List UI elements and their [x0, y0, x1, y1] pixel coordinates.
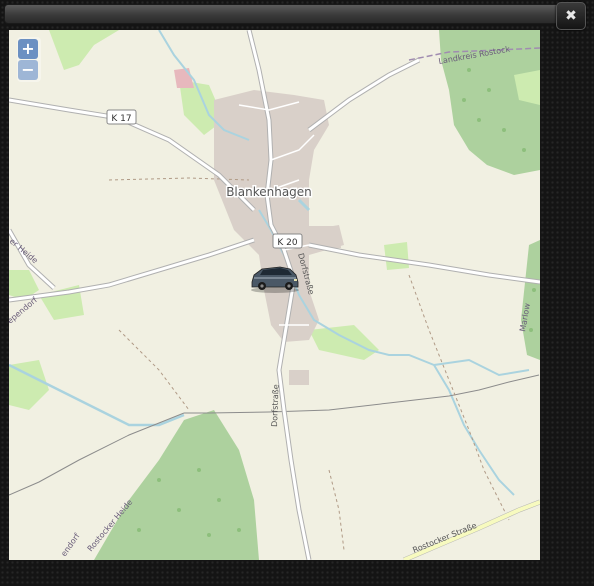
k17-label: K 17 [111, 114, 131, 124]
k17-shield: K 17 [106, 109, 137, 125]
zoom-control: + − [17, 37, 41, 82]
k20-shield: K 20 [272, 233, 303, 249]
building-south [289, 370, 309, 385]
k20-label: K 20 [277, 238, 297, 248]
meadow-small [384, 242, 409, 270]
zoom-in-button[interactable]: + [18, 39, 38, 59]
town-label: Blankenhagen [226, 185, 312, 199]
map-popup-window: ✖ K 17 K 20 Blankenhagen Dorfstraße Dorf… [0, 0, 594, 586]
window-title-bar[interactable] [4, 4, 566, 24]
close-button[interactable]: ✖ [556, 2, 586, 30]
dorfstrasse-south-label: Dorfstraße [270, 384, 280, 427]
map-view[interactable]: K 17 K 20 Blankenhagen Dorfstraße Dorfst… [9, 30, 540, 560]
zoom-out-button[interactable]: − [18, 60, 38, 80]
map-canvas[interactable]: K 17 K 20 Blankenhagen Dorfstraße Dorfst… [9, 30, 540, 560]
